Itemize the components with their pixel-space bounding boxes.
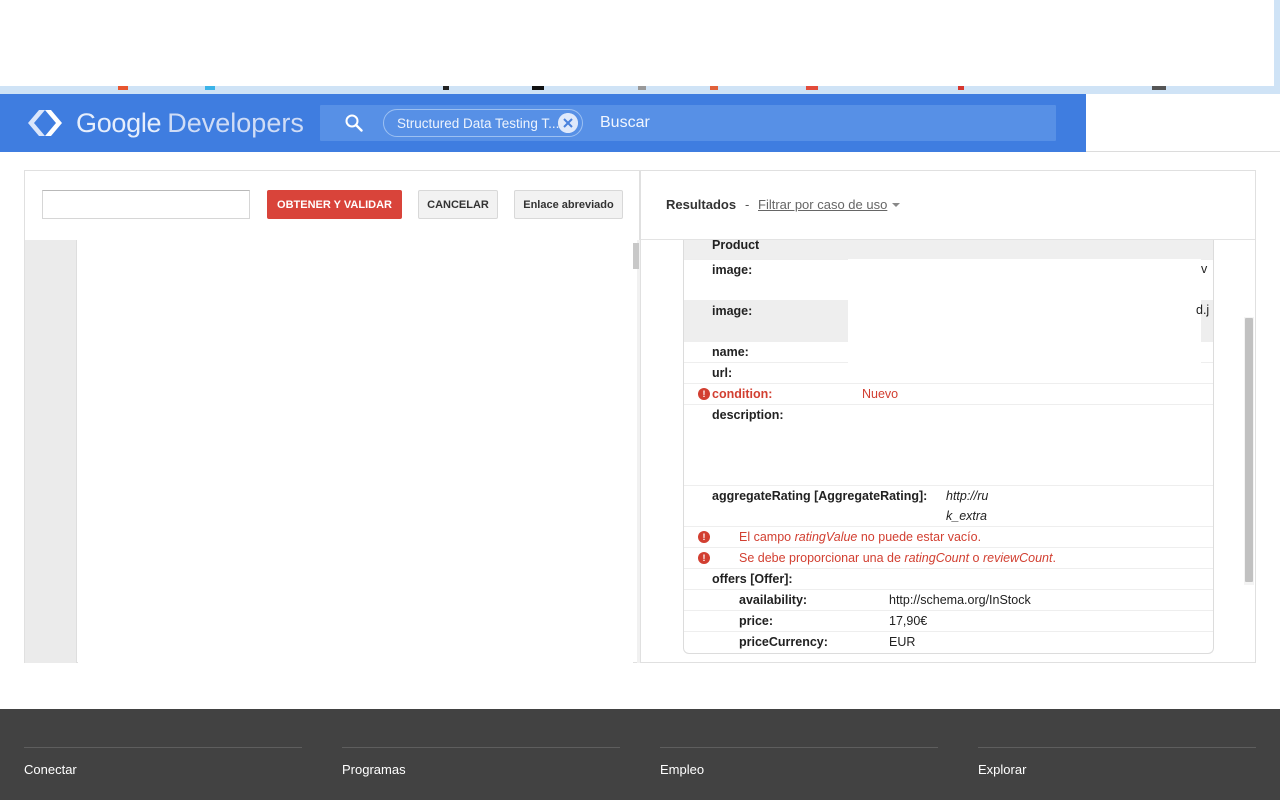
error-icon: ! — [698, 552, 710, 564]
property-value: http://schema.org/InStock — [889, 593, 1031, 607]
property-row-availability: availability: http://schema.org/InStock — [684, 589, 1213, 610]
results-scrollbar-thumb[interactable] — [1245, 318, 1253, 582]
property-key: aggregateRating [AggregateRating]: — [712, 489, 928, 503]
error-message: Se debe proporcionar una de ratingCount … — [739, 551, 1056, 565]
property-key: image: — [712, 304, 753, 318]
logo-developers-text: Developers — [167, 107, 304, 138]
item-type-header[interactable]: Product — [684, 240, 1213, 259]
redaction-overlay — [989, 487, 1213, 523]
results-panel: Resultados - Filtrar por caso de uso Pro… — [640, 170, 1256, 663]
fetch-and-validate-button[interactable]: OBTENER Y VALIDAR — [267, 190, 402, 219]
property-value-fragment: v — [1201, 262, 1208, 276]
property-value[interactable]: http://ru — [946, 489, 988, 503]
results-separator: - — [745, 197, 750, 212]
property-row-condition: ! condition: Nuevo — [684, 383, 1213, 404]
bookmark-favicon[interactable] — [443, 86, 449, 90]
results-title: Resultados — [666, 197, 737, 212]
code-line-gutter — [25, 240, 77, 663]
property-key: availability: — [739, 593, 808, 607]
property-key: price: — [739, 614, 774, 628]
search-icon[interactable] — [344, 113, 364, 133]
code-editor[interactable] — [78, 240, 633, 663]
footer-column-explore: Explorar — [978, 747, 1256, 777]
property-value: 17,90€ — [889, 614, 928, 628]
cancel-button[interactable]: CANCELAR — [418, 190, 498, 219]
clear-chip-icon[interactable] — [558, 113, 578, 133]
url-input[interactable] — [42, 190, 250, 219]
footer-heading: Explorar — [978, 762, 1027, 777]
property-value-continued: k_extra — [946, 509, 987, 523]
property-row-url: url: — [684, 362, 1213, 383]
error-row-rating-count: ! Se debe proporcionar una de ratingCoun… — [684, 547, 1213, 568]
google-developers-logo[interactable]: Google Developers — [24, 106, 304, 140]
bookmarks-bar — [0, 86, 1280, 94]
google-developers-logo-icon — [28, 110, 62, 136]
error-icon: ! — [698, 531, 710, 543]
property-key: url: — [712, 366, 733, 380]
footer-heading: Conectar — [24, 762, 77, 777]
error-icon: ! — [698, 388, 710, 400]
bookmark-favicon[interactable] — [710, 86, 718, 90]
property-row-price: price: 17,90€ — [684, 610, 1213, 631]
header-right-blank — [1086, 94, 1280, 152]
bookmark-favicon[interactable] — [638, 86, 646, 90]
footer-heading: Programas — [342, 762, 406, 777]
bookmark-favicon[interactable] — [958, 86, 964, 90]
error-message: El campo ratingValue no puede estar vací… — [739, 530, 982, 544]
site-footer: Conectar Programas Empleo Explorar — [0, 709, 1280, 800]
footer-heading: Empleo — [660, 762, 705, 777]
bookmark-favicon[interactable] — [118, 86, 128, 90]
filter-by-use-case-link[interactable]: Filtrar por caso de uso — [758, 197, 887, 212]
property-key: description: — [712, 408, 784, 422]
source-panel: OBTENER Y VALIDAR CANCELAR Enlace abrevi… — [24, 170, 640, 663]
site-search-bar[interactable]: Structured Data Testing T... Buscar — [320, 105, 1056, 141]
browser-top-area — [0, 0, 1280, 92]
redaction-overlay — [848, 259, 1201, 363]
results-header: Resultados - Filtrar por caso de uso — [641, 171, 1255, 240]
property-row-offers: offers [Offer]: — [684, 568, 1213, 589]
property-key: priceCurrency: — [739, 635, 828, 649]
property-key: name: — [712, 345, 749, 359]
bookmark-favicon[interactable] — [205, 86, 215, 90]
browser-edge — [1274, 0, 1280, 92]
property-key: image: — [712, 263, 753, 277]
dropdown-caret-icon[interactable] — [892, 203, 900, 207]
search-input[interactable]: Buscar — [600, 114, 650, 132]
redaction-overlay — [848, 406, 1213, 480]
footer-column-programs: Programas — [342, 747, 620, 777]
footer-column-jobs: Empleo — [660, 747, 938, 777]
property-value: EUR — [889, 635, 916, 649]
bookmark-favicon[interactable] — [1152, 86, 1166, 90]
property-value: Nuevo — [862, 387, 899, 401]
bookmark-favicon[interactable] — [532, 86, 544, 90]
search-scope-chip-label: Structured Data Testing T... — [397, 115, 560, 131]
code-editor-scrollbar[interactable] — [633, 243, 639, 269]
property-key: offers [Offer]: — [712, 572, 793, 586]
footer-column-connect: Conectar — [24, 747, 302, 777]
property-row-price-currency: priceCurrency: EUR — [684, 631, 1213, 653]
property-value-fragment: d.j — [1196, 303, 1210, 317]
short-link-button[interactable]: Enlace abreviado — [514, 190, 623, 219]
property-key: condition: — [712, 387, 773, 401]
error-row-rating-value: ! El campo ratingValue no puede estar va… — [684, 526, 1213, 547]
product-item-card: Product image: image: name: url: ! condi… — [683, 240, 1214, 654]
logo-google-text: Google — [76, 107, 162, 138]
bookmark-favicon[interactable] — [806, 86, 818, 90]
search-scope-chip[interactable]: Structured Data Testing T... — [383, 109, 583, 137]
